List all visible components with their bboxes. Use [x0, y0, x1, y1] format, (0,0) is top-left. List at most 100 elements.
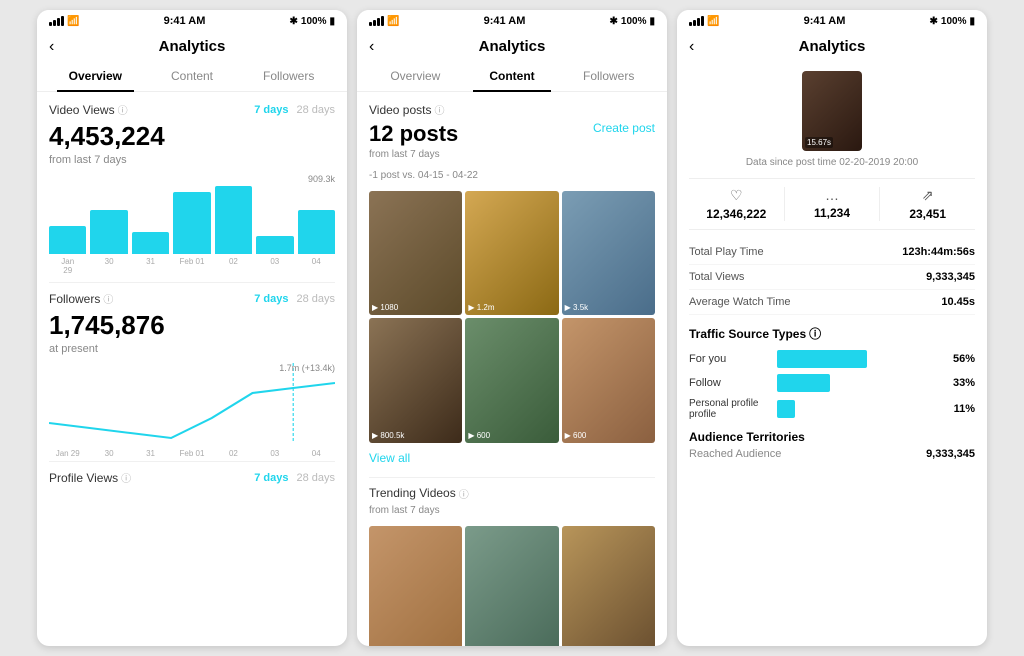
- traffic-label-0: For you: [689, 353, 769, 365]
- metric-value-1: 9,333,345: [926, 271, 975, 283]
- back-button-1[interactable]: ‹: [49, 38, 54, 56]
- line-chart-svg: [49, 363, 335, 443]
- tab-followers-1[interactable]: Followers: [240, 61, 337, 91]
- posts-header: 12 posts Create post: [369, 121, 655, 147]
- traffic-row-1: Follow 33%: [689, 374, 975, 392]
- video-thumb-4[interactable]: ▶ 600: [465, 318, 558, 442]
- video-grid: ▶ 1080 ▶ 1.2m ▶ 3.5k ▶ 800.5k ▶ 600 ▶ 60…: [369, 191, 655, 443]
- video-duration: 15.67s: [805, 137, 833, 148]
- info-icon-pv[interactable]: ⓘ: [121, 470, 131, 485]
- battery-label-2: 100%: [621, 16, 647, 27]
- line-max-f: 1.7m (+13.4k): [279, 363, 335, 373]
- back-button-3[interactable]: ‹: [689, 38, 694, 56]
- video-views-label: Video Views ⓘ: [49, 102, 128, 117]
- traffic-bar-0: [777, 350, 867, 368]
- signal-bar: [49, 22, 52, 26]
- 7days-toggle-vv[interactable]: 7 days: [254, 104, 288, 116]
- bluetooth-icon-1: ✱: [290, 16, 298, 27]
- signal-bar: [693, 20, 696, 26]
- bar-1: [90, 210, 127, 254]
- shares-icon: ⇗: [922, 187, 934, 204]
- bar-0: [49, 226, 86, 254]
- time-1: 9:41 AM: [164, 15, 206, 27]
- content-screen-content: Video posts ⓘ 12 posts Create post from …: [357, 92, 667, 646]
- posts-subtext-2: -1 post vs. 04-15 - 04-22: [369, 170, 655, 181]
- info-icon-f[interactable]: ⓘ: [103, 291, 113, 306]
- trending-thumb-0[interactable]: [369, 526, 462, 646]
- traffic-row-0: For you 56%: [689, 350, 975, 368]
- chart-max-vv: 909.3k: [308, 174, 335, 184]
- profile-views-header: Profile Views ⓘ 7 days 28 days: [49, 470, 335, 485]
- likes-value: 12,346,222: [706, 207, 766, 221]
- traffic-bar-container-1: [777, 374, 937, 392]
- play-icon-1: ▶ 1.2m: [468, 303, 494, 312]
- trending-thumb-2[interactable]: [562, 526, 655, 646]
- tab-content-2[interactable]: Content: [464, 61, 561, 91]
- video-thumb-1[interactable]: ▶ 1.2m: [465, 191, 558, 315]
- 28days-toggle-f[interactable]: 28 days: [296, 293, 335, 305]
- stat-shares: ⇗ 23,451: [879, 187, 975, 221]
- traffic-section: Traffic Source Types ⓘ For you 56% Follo…: [689, 325, 975, 420]
- play-icon-3: ▶ 800.5k: [372, 431, 404, 440]
- video-preview[interactable]: 15.67s: [802, 71, 862, 151]
- metric-total-play: Total Play Time 123h:44m:56s: [689, 240, 975, 265]
- video-thumb-0[interactable]: ▶ 1080: [369, 191, 462, 315]
- 7days-toggle-pv[interactable]: 7 days: [254, 472, 288, 484]
- info-icon-ts[interactable]: ⓘ: [809, 325, 821, 342]
- status-bar-1: 📶 9:41 AM ✱ 100% ▮: [37, 10, 347, 32]
- signal-bar: [373, 20, 376, 26]
- status-bar-3: 📶 9:41 AM ✱ 100% ▮: [677, 10, 987, 32]
- reached-value: 9,333,345: [926, 448, 975, 460]
- view-all-link[interactable]: View all: [369, 451, 655, 465]
- traffic-row-2: Personal profileprofile 11%: [689, 398, 975, 420]
- wifi-icon-1: 📶: [67, 16, 79, 27]
- chart-labels-f: Jan 29 30 31 Feb 01 02 03 04: [49, 449, 335, 458]
- cl-0: Jan29: [49, 257, 86, 275]
- fl-3: Feb 01: [173, 449, 210, 458]
- info-icon-tv[interactable]: ⓘ: [459, 486, 469, 501]
- 28days-toggle-pv[interactable]: 28 days: [296, 472, 335, 484]
- play-icon-5: ▶ 600: [565, 431, 587, 440]
- tab-overview-1[interactable]: Overview: [47, 61, 144, 91]
- play-icon-0: ▶ 1080: [372, 303, 398, 312]
- bar-3: [173, 192, 210, 254]
- metric-total-views: Total Views 9,333,345: [689, 265, 975, 290]
- wifi-icon-2: 📶: [387, 16, 399, 27]
- fl-1: 30: [90, 449, 127, 458]
- create-post-button[interactable]: Create post: [593, 121, 655, 135]
- likes-icon: ♡: [730, 187, 743, 204]
- info-icon-vp[interactable]: ⓘ: [435, 102, 445, 117]
- trending-subtext: from last 7 days: [369, 505, 655, 516]
- play-icon-4: ▶ 600: [468, 431, 490, 440]
- comments-value: 11,234: [814, 206, 850, 220]
- screen-detail: 📶 9:41 AM ✱ 100% ▮ ‹ Analytics 15.67s Da…: [677, 10, 987, 646]
- followers-header: Followers ⓘ 7 days 28 days: [49, 291, 335, 306]
- 28days-toggle-vv[interactable]: 28 days: [296, 104, 335, 116]
- tab-overview-2[interactable]: Overview: [367, 61, 464, 91]
- trending-header: Trending Videos ⓘ: [369, 486, 655, 501]
- traffic-pct-2: 11%: [945, 403, 975, 415]
- fl-2: 31: [132, 449, 169, 458]
- trending-label: Trending Videos ⓘ: [369, 486, 469, 501]
- traffic-pct-0: 56%: [945, 353, 975, 365]
- traffic-bar-container-2: [777, 400, 937, 418]
- tab-content-1[interactable]: Content: [144, 61, 241, 91]
- video-thumb-2[interactable]: ▶ 3.5k: [562, 191, 655, 315]
- cl-2: 31: [132, 257, 169, 275]
- metric-label-1: Total Views: [689, 271, 744, 283]
- metric-label-2: Average Watch Time: [689, 296, 791, 308]
- followers-subtext: at present: [49, 343, 335, 355]
- 7days-toggle-f[interactable]: 7 days: [254, 293, 288, 305]
- signal-bar: [701, 16, 704, 26]
- signal-bar: [61, 16, 64, 26]
- video-thumb-3[interactable]: ▶ 800.5k: [369, 318, 462, 442]
- info-icon-vv[interactable]: ⓘ: [118, 102, 128, 117]
- traffic-bar-2: [777, 400, 795, 418]
- tab-followers-2[interactable]: Followers: [560, 61, 657, 91]
- video-thumb-5[interactable]: ▶ 600: [562, 318, 655, 442]
- posts-count: 12 posts: [369, 121, 458, 147]
- data-since-label: Data since post time 02-20-2019 20:00: [689, 157, 975, 168]
- traffic-pct-1: 33%: [945, 377, 975, 389]
- back-button-2[interactable]: ‹: [369, 38, 374, 56]
- trending-thumb-1[interactable]: [465, 526, 558, 646]
